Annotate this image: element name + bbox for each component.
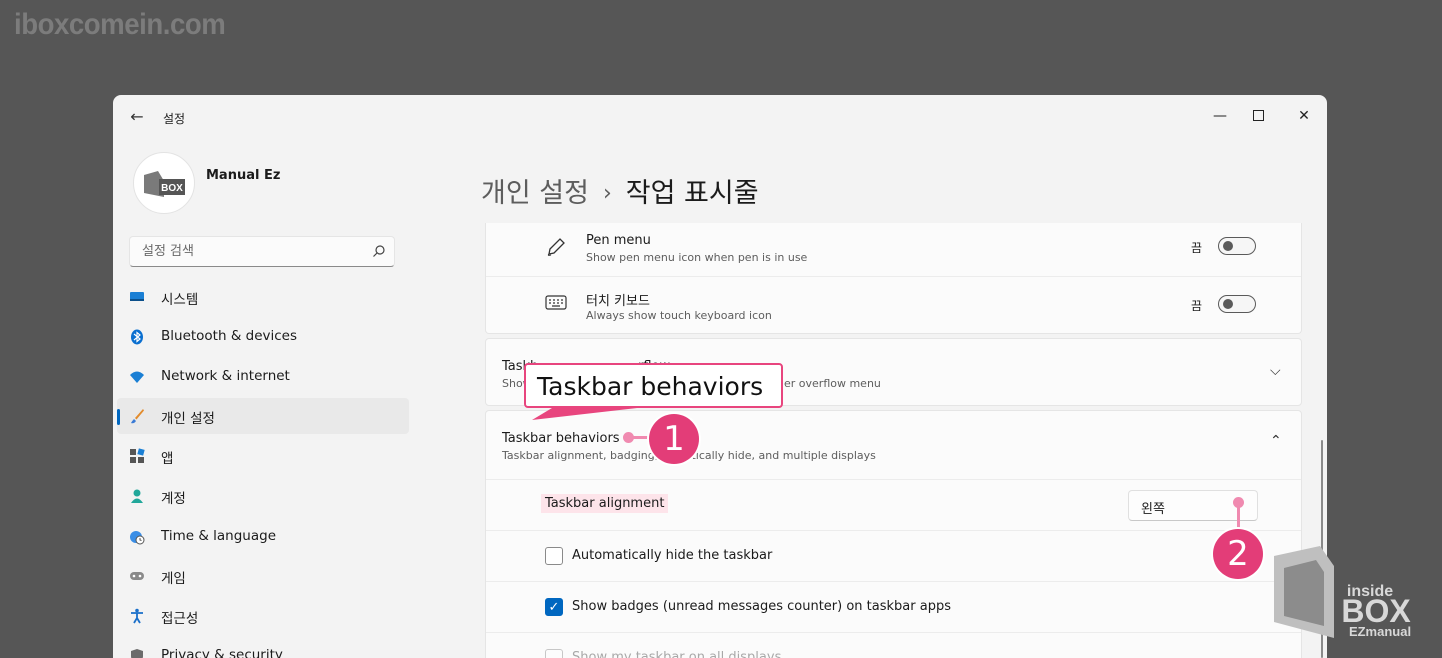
watermark-text: iboxcomein.com [14,8,226,41]
setting-row-pen-menu: Pen menu Show pen menu icon when pen is … [486,223,1301,276]
svg-text:BOX: BOX [161,183,183,194]
checkmark-icon: ✓ [548,600,560,615]
maximize-icon [1252,110,1264,121]
setting-row-auto-hide: Automatically hide the taskbar [486,530,1301,582]
callout-label: Taskbar behaviors [524,363,783,408]
toggle-state-label: 끔 [1191,299,1203,313]
minimize-icon: — [1213,108,1227,124]
chevron-down-icon[interactable]: ⌵ [1270,363,1281,379]
avatar[interactable]: BOX [133,152,195,214]
step-badge-2: 2 [1213,529,1263,579]
checkbox-label[interactable]: Show badges (unread messages counter) on… [572,599,951,614]
setting-description: Show pen menu icon when pen is in use [586,251,808,264]
accessibility-icon [131,608,143,624]
sidebar-item-accounts[interactable]: 계정 [117,478,409,514]
breadcrumb: 개인 설정 › 작업 표시줄 [481,171,759,210]
close-icon: ✕ [1298,108,1310,124]
setting-description-tail: er overflow menu [784,377,881,390]
breadcrumb-parent[interactable]: 개인 설정 [481,178,589,209]
setting-row-badges: ✓ Show badges (unread messages counter) … [486,581,1301,633]
box-logo-icon: BOX [144,171,185,197]
sidebar-item-personalization[interactable]: 개인 설정 [117,398,409,434]
touch-keyboard-toggle[interactable] [1218,295,1256,313]
all-displays-checkbox[interactable] [545,649,563,658]
setting-row-all-displays: Show my taskbar on all displays [486,632,1301,658]
sidebar-item-gaming[interactable]: 게임 [117,558,409,594]
setting-description-tail: matically hide, and multiple displays [674,449,876,462]
checkbox-label[interactable]: Automatically hide the taskbar [572,548,772,563]
system-monitor-icon [130,292,144,301]
wifi-icon [130,371,144,383]
callout-text: Taskbar behaviors [537,372,764,401]
logo-line3: EZmanual [1349,624,1411,639]
marker-line [1237,505,1240,529]
sidebar-item-network[interactable]: Network & internet [117,359,409,395]
title-bar: ← 설정 — ✕ [113,95,1327,141]
apps-icon [130,448,145,463]
maximize-button[interactable] [1235,101,1281,131]
checkbox-label[interactable]: Show my taskbar on all displays [572,650,781,658]
setting-title: Pen menu [586,233,651,248]
bluetooth-icon [131,329,143,345]
breadcrumb-separator: › [602,181,612,206]
sidebar-item-privacy[interactable]: Privacy & security [117,638,409,658]
search-icon [373,245,385,257]
sidebar-item-time-language[interactable]: Time & language [117,519,409,555]
app-title: 설정 [163,112,186,126]
pen-menu-toggle[interactable] [1218,237,1256,255]
setting-description: Always show touch keyboard icon [586,309,772,322]
sidebar-item-system[interactable]: 시스템 [117,279,409,315]
auto-hide-checkbox[interactable] [545,547,563,565]
setting-title: Taskbar behaviors [502,431,620,446]
sidebar-item-label: 앱 [161,451,174,467]
step-badge-1: 1 [649,414,699,464]
sidebar-item-label: Time & language [161,528,277,544]
user-name: Manual Ez [206,168,281,183]
sidebar-item-label: 계정 [161,491,186,507]
sidebar-item-label: Network & internet [161,368,290,384]
setting-title: Taskbar alignment [541,494,669,513]
brush-icon [131,409,144,424]
sidebar-item-accessibility[interactable]: 접근성 [117,598,409,634]
search-input[interactable] [140,243,364,260]
dropdown-value: 왼쪽 [1141,502,1165,517]
toggle-state-label: 끔 [1191,241,1203,255]
sidebar-item-label: 게임 [161,571,186,587]
setting-description: Taskbar alignment, badging, [502,449,659,462]
taskbar-behaviors-card: Taskbar behaviors Taskbar alignment, bad… [485,410,1302,658]
sidebar-item-label: 접근성 [161,611,199,627]
sidebar-item-label: 개인 설정 [161,411,215,427]
setting-title: 터치 키보드 [586,294,650,309]
page-title: 작업 표시줄 [625,178,759,209]
chevron-up-icon[interactable]: ⌃ [1270,433,1282,449]
sidebar-item-apps[interactable]: 앱 [117,438,409,474]
taskbar-corner-icons-card: Pen menu Show pen menu icon when pen is … [485,223,1302,334]
shield-icon [131,649,143,658]
setting-row-touch-keyboard: 터치 키보드 Always show touch keyboard icon 끔 [486,276,1301,335]
sidebar-item-bluetooth[interactable]: Bluetooth & devices [117,319,409,355]
globe-clock-icon [130,531,145,545]
setting-row-alignment: Taskbar alignment 왼쪽 [486,479,1301,531]
sidebar-item-label: Bluetooth & devices [161,328,298,344]
search-box[interactable] [129,236,395,267]
insidebox-logo: inside BOX EZmanual [1274,546,1411,639]
close-button[interactable]: ✕ [1281,101,1327,131]
selection-indicator [117,409,120,425]
person-icon [131,489,143,503]
keyboard-icon [545,295,567,310]
badges-checkbox[interactable]: ✓ [545,598,563,616]
pen-icon [547,238,565,256]
back-button[interactable]: ← [127,107,147,127]
gamepad-icon [130,572,144,580]
sidebar-item-label: 시스템 [161,292,199,308]
sidebar-item-label: Privacy & security [161,647,283,658]
